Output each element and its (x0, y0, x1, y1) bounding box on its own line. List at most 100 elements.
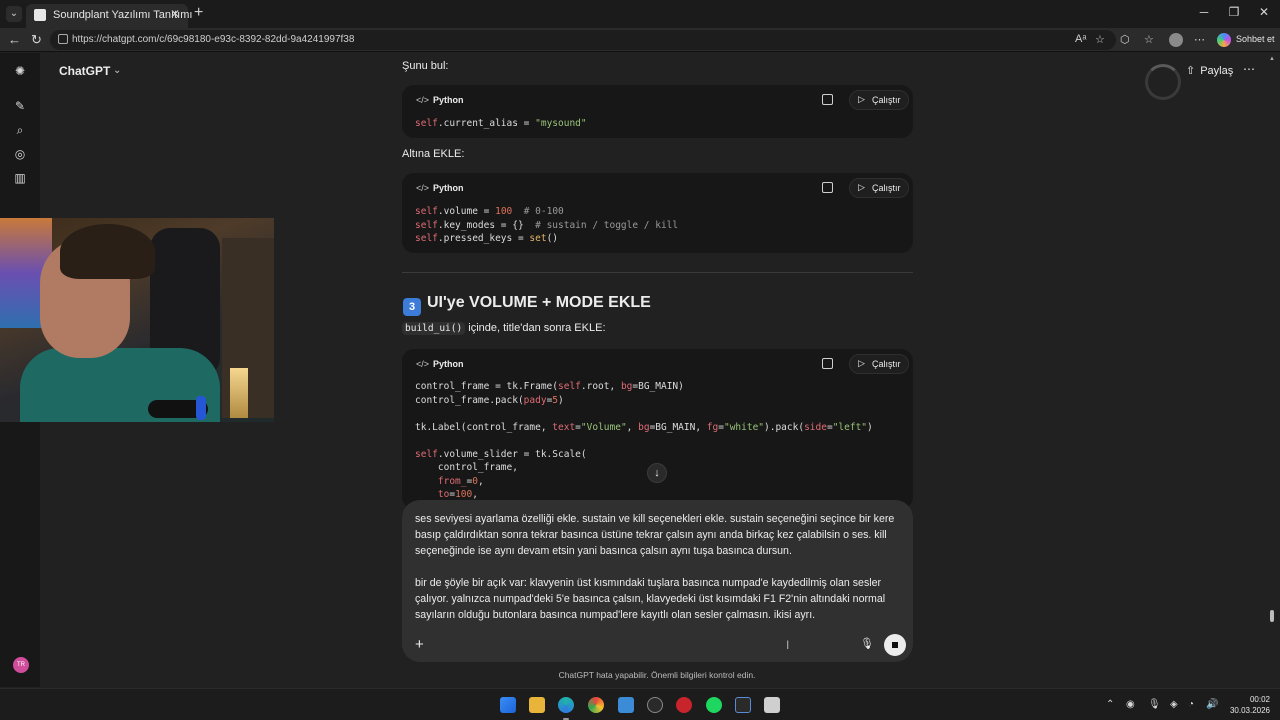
code-content: self.current_alias = "mysound" (415, 118, 587, 129)
run-button[interactable]: ▷ Çalıştır (849, 90, 909, 110)
section-heading: 3 UI'ye VOLUME + MODE EKLE (403, 294, 651, 316)
code-content: self.volume = 100 # 0-100 self.key_modes… (415, 206, 679, 244)
clock-date: 30.03.2026 (1229, 706, 1270, 715)
tray-network-icon[interactable]: ◈ (1170, 699, 1178, 710)
run-button[interactable]: ▷ Çalıştır (849, 178, 909, 198)
browser-tab-bar: ⌄ Soundplant Yazılımı Tanıtımı ✕ + ─ ❐ ✕ (0, 0, 1280, 28)
taskbar-clock[interactable]: 00:02 30.03.2026 (1226, 694, 1270, 716)
code-language: Python (433, 183, 464, 193)
code-icon: </> (416, 95, 430, 105)
spotify-icon[interactable] (706, 697, 722, 713)
site-info-icon[interactable] (58, 34, 68, 44)
stop-button[interactable] (884, 634, 906, 656)
code-language: Python (433, 359, 464, 369)
microphone-ring (196, 396, 206, 420)
chrome-icon[interactable] (588, 697, 604, 713)
code-icon: </> (416, 359, 430, 369)
scroll-down-arrow-icon[interactable]: ↓ (647, 463, 667, 483)
edge-browser-icon[interactable] (558, 697, 574, 713)
code-language: Python (433, 95, 464, 105)
tab-close-icon[interactable]: ✕ (170, 7, 180, 21)
windows-taskbar: ⌃ ◉ 🎙 ◈ ◔ 🔊 00:02 30.03.2026 (0, 688, 1280, 720)
scrollbar-thumb[interactable] (1270, 610, 1274, 622)
url-text: https://chatgpt.com/c/69c98180-e93c-8392… (72, 34, 355, 45)
window-restore-icon[interactable]: ❐ (1224, 5, 1244, 19)
tray-mic-icon[interactable]: 🎙 (1148, 699, 1161, 710)
reload-icon[interactable]: ↻ (31, 32, 42, 48)
microphone-icon[interactable]: 🎙 (860, 637, 874, 650)
read-aloud-icon[interactable]: Aᵃ (1075, 33, 1086, 45)
play-icon: ▷ (858, 358, 865, 368)
browser-tab[interactable]: Soundplant Yazılımı Tanıtımı ✕ (26, 4, 192, 28)
window-minimize-icon[interactable]: ─ (1194, 5, 1214, 19)
code-content: control_frame = tk.Frame(self.root, bg=B… (415, 381, 873, 500)
composer-textarea[interactable]: ses seviyesi ayarlama özelliği ekle. sus… (415, 511, 895, 639)
message-composer[interactable]: ses seviyesi ayarlama özelliği ekle. sus… (402, 500, 913, 662)
composer-paragraph-2: bir de şöyle bir açık var: klavyenin üst… (415, 577, 886, 621)
disclaimer-text: ChatGPT hata yapabilir. Önemli bilgileri… (558, 670, 756, 680)
message-text-rest: içinde, title'dan sonra EKLE: (465, 322, 606, 334)
browser-menu-icon[interactable]: ⋯ (1194, 33, 1205, 46)
url-field[interactable]: https://chatgpt.com/c/69c98180-e93c-8392… (50, 30, 1116, 50)
webcam-overlay (0, 218, 274, 422)
inline-code: build_ui() (402, 322, 466, 335)
extensions-icon[interactable]: ⬡ (1120, 33, 1130, 46)
section-heading-text: UI'ye VOLUME + MODE EKLE (427, 294, 651, 311)
code-block-3: </> Python ▷ Çalıştır control_frame = tk.… (402, 349, 913, 509)
window-close-icon[interactable]: ✕ (1254, 5, 1274, 19)
attach-plus-icon[interactable]: + (415, 636, 424, 653)
tray-wifi-icon[interactable]: ◔ (1188, 699, 1194, 710)
soundplant-app-icon[interactable] (764, 697, 780, 713)
obs-icon[interactable] (647, 697, 663, 713)
message-text-find: Şunu bul: (402, 60, 449, 72)
chevron-down-icon[interactable]: ⌄ (113, 65, 121, 76)
start-windows-icon[interactable] (500, 697, 516, 713)
search-icon[interactable]: ⌕ (13, 123, 27, 137)
run-button[interactable]: ▷ Çalıştır (849, 354, 909, 374)
code-icon: </> (416, 183, 430, 193)
browser-address-bar: ← ↻ https://chatgpt.com/c/69c98180-e93c-… (0, 28, 1280, 52)
share-button[interactable]: ⇧ Paylaş (1186, 64, 1233, 77)
profile-avatar-icon[interactable] (1169, 33, 1183, 47)
tray-overflow-chevron-icon[interactable]: ⌃ (1106, 699, 1114, 710)
copy-icon[interactable] (822, 358, 833, 369)
library-icon[interactable]: ▥ (13, 171, 27, 185)
loading-spinner-icon (1145, 64, 1181, 100)
notepad-icon[interactable] (618, 697, 634, 713)
code-block-1: </> Python ▷ Çalıştır self.current_alias … (402, 85, 913, 138)
copilot-icon[interactable] (1217, 33, 1231, 47)
message-text-add-below: Altına EKLE: (402, 148, 465, 160)
images-icon[interactable]: ◎ (13, 147, 27, 161)
openai-logo-icon[interactable]: ✺ (13, 64, 27, 78)
section-divider (402, 272, 913, 273)
new-tab-plus-icon[interactable]: + (194, 4, 203, 22)
tab-list-chevron-icon[interactable]: ⌄ (6, 6, 22, 22)
favorites-icon[interactable]: ☆ (1144, 33, 1154, 46)
composer-paragraph-1: ses seviyesi ayarlama özelliği ekle. sus… (415, 513, 895, 557)
clock-time: 00:02 (1249, 695, 1270, 704)
model-selector-title[interactable]: ChatGPT (59, 64, 110, 78)
copilot-label[interactable]: Sohbet et (1236, 34, 1275, 44)
file-explorer-icon[interactable] (529, 697, 545, 713)
keycap-number-icon: 3 (403, 298, 421, 316)
share-icon: ⇧ (1186, 65, 1196, 77)
page-scrollbar[interactable]: ▲ (1268, 56, 1276, 686)
chatgpt-favicon-icon (34, 9, 46, 21)
person-hair (60, 224, 155, 279)
back-arrow-icon[interactable]: ← (8, 32, 21, 47)
more-options-icon[interactable]: ⋯ (1243, 62, 1255, 76)
message-text-inside-build-ui: build_ui() içinde, title'dan sonra EKLE: (402, 322, 606, 335)
pen-app-icon[interactable] (735, 697, 751, 713)
media-app-icon[interactable] (676, 697, 692, 713)
favorite-star-icon[interactable]: ☆ (1095, 33, 1105, 46)
lamp (230, 368, 248, 418)
new-chat-icon[interactable]: ✎ (13, 99, 27, 113)
share-label: Paylaş (1200, 65, 1234, 77)
play-icon: ▷ (858, 182, 865, 192)
scroll-up-icon[interactable]: ▲ (1269, 56, 1275, 62)
copy-icon[interactable] (822, 182, 833, 193)
copy-icon[interactable] (822, 94, 833, 105)
tray-steam-icon[interactable]: ◉ (1126, 699, 1135, 710)
play-icon: ▷ (858, 94, 865, 104)
tray-volume-icon[interactable]: 🔊 (1206, 699, 1218, 710)
